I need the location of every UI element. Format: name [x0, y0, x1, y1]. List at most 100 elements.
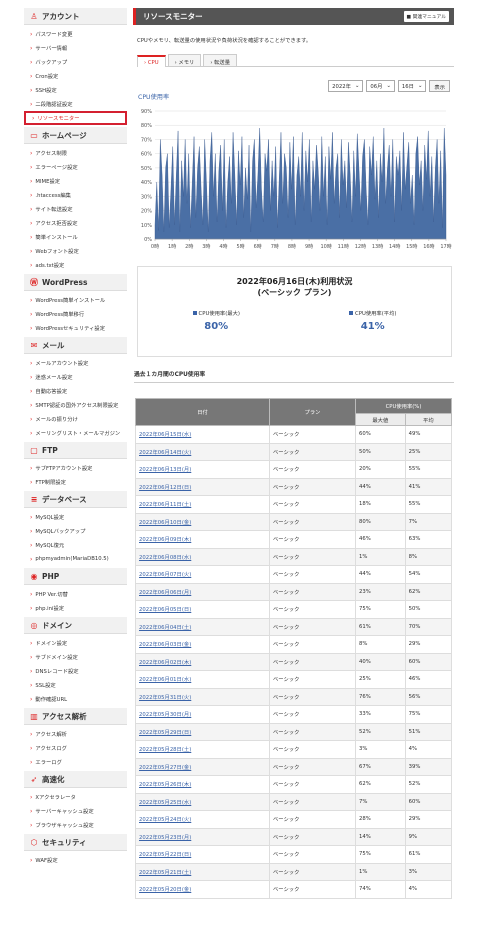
plan-cell: ベーシック [269, 670, 356, 689]
sidebar-item-label: WordPress簡単インストール [35, 298, 106, 304]
date-link[interactable]: 2022年06月06日(月) [135, 582, 270, 601]
sidebar-item[interactable]: › .htaccess編集 [24, 188, 127, 202]
sidebar-item[interactable]: › メールアカウント設定 [24, 356, 127, 370]
date-link[interactable]: 2022年06月04日(土) [135, 617, 270, 636]
sidebar-item[interactable]: › サーバー情報 [24, 41, 127, 55]
date-link[interactable]: 2022年05月29日(日) [135, 722, 270, 741]
sidebar-item[interactable]: › SSL設定 [24, 678, 127, 692]
sidebar-item[interactable]: › アクセス制限 [24, 146, 127, 160]
plan-cell: ベーシック [269, 740, 356, 759]
day-select[interactable]: 16日 ⌄ [397, 80, 427, 92]
chevron-right-icon: › [30, 695, 33, 703]
date-link[interactable]: 2022年06月05日(日) [135, 600, 270, 619]
sidebar-item[interactable]: › リソースモニター [24, 111, 127, 125]
date-link[interactable]: 2022年05月27日(金) [135, 757, 270, 776]
date-link[interactable]: 2022年05月21日(土) [135, 862, 270, 881]
year-select[interactable]: 2022年 ⌄ [328, 80, 364, 92]
date-link[interactable]: 2022年05月28日(土) [135, 740, 270, 759]
date-link[interactable]: 2022年06月03日(金) [135, 635, 270, 654]
tab-memory[interactable]: › メモリ [167, 54, 202, 66]
sidebar-item[interactable]: › ブラウザキャッシュ設定 [24, 818, 127, 832]
sidebar-item[interactable]: › サイト転送設定 [24, 202, 127, 216]
date-link[interactable]: 2022年05月24日(火) [135, 810, 270, 829]
sidebar-item[interactable]: › アクセス拒否設定 [24, 216, 127, 230]
date-link[interactable]: 2022年05月25日(水) [135, 792, 270, 811]
sidebar-item[interactable]: › WordPress簡単移行 [24, 307, 127, 321]
sidebar-item[interactable]: › 簡単インストール [24, 230, 127, 244]
sidebar-item[interactable]: › Cron設定 [24, 69, 127, 83]
date-link[interactable]: 2022年06月11日(土) [135, 495, 270, 514]
sidebar-item[interactable]: › PHP Ver.切替 [24, 587, 127, 601]
date-link[interactable]: 2022年05月26日(木) [135, 775, 270, 794]
sidebar-item[interactable]: › phpmyadmin(MariaDB10.5) [24, 552, 127, 566]
show-button[interactable]: 表示 [429, 80, 450, 92]
sidebar-item[interactable]: › MIME設定 [24, 174, 127, 188]
sidebar-item[interactable]: › パスワード変更 [24, 27, 127, 41]
sidebar-item[interactable]: › 二段階認証設定 [24, 97, 127, 111]
sidebar-item[interactable]: › ads.txt設定 [24, 258, 127, 272]
chevron-right-icon: › [30, 604, 33, 612]
sidebar-item[interactable]: › Xアクセラレータ [24, 790, 127, 804]
sidebar-item[interactable]: › Webフォント設定 [24, 244, 127, 258]
date-link[interactable]: 2022年06月15日(水) [135, 425, 270, 444]
sidebar-item[interactable]: › エラーページ設定 [24, 160, 127, 174]
avg-cell: 56% [404, 687, 453, 706]
sidebar-item[interactable]: › WordPressセキュリティ設定 [24, 321, 127, 335]
sidebar-item[interactable]: › SSH設定 [24, 83, 127, 97]
date-link[interactable]: 2022年06月12日(日) [135, 477, 270, 496]
sidebar-item[interactable]: › 自動応答設定 [24, 384, 127, 398]
sidebar-item[interactable]: › SMTP認証の国外アクセス制限設定 [24, 398, 127, 412]
date-link[interactable]: 2022年06月01日(水) [135, 670, 270, 689]
date-link[interactable]: 2022年06月07日(火) [135, 565, 270, 584]
sidebar-item[interactable]: › サブドメイン設定 [24, 650, 127, 664]
tab-cpu[interactable]: › CPU [137, 55, 166, 67]
date-link[interactable]: 2022年05月31日(火) [135, 687, 270, 706]
date-link[interactable]: 2022年05月20日(金) [135, 880, 270, 899]
chevron-right-icon: › [30, 807, 33, 815]
plan-cell: ベーシック [269, 617, 356, 636]
sidebar-item[interactable]: › メーリングリスト・メールマガジン [24, 426, 127, 440]
sidebar-item[interactable]: › サーバーキャッシュ設定 [24, 804, 127, 818]
sidebar-item[interactable]: › アクセスログ [24, 741, 127, 755]
date-link[interactable]: 2022年05月22日(日) [135, 845, 270, 864]
chevron-right-icon: › [30, 730, 33, 738]
date-link[interactable]: 2022年05月30日(月) [135, 705, 270, 724]
date-link[interactable]: 2022年06月13日(月) [135, 460, 270, 479]
sidebar-item[interactable]: › DNSレコード設定 [24, 664, 127, 678]
date-link[interactable]: 2022年06月09日(木) [135, 530, 270, 549]
sidebar-item[interactable]: › php.ini設定 [24, 601, 127, 615]
sidebar-item[interactable]: › メールの振り分け [24, 412, 127, 426]
date-link[interactable]: 2022年06月08日(水) [135, 547, 270, 566]
plan-cell: ベーシック [269, 845, 356, 864]
sidebar-item-label: アクセスログ [35, 746, 67, 752]
date-link[interactable]: 2022年06月14日(火) [135, 442, 270, 461]
tab-transfer[interactable]: › 転送量 [203, 54, 238, 66]
max-cell: 40% [355, 652, 406, 671]
table-row: 2022年05月25日(水) ベーシック 7% 60% [135, 792, 453, 811]
sidebar-item[interactable]: › アクセス解析 [24, 727, 127, 741]
x-tick-label: 16時 [423, 244, 434, 250]
sidebar-item[interactable]: › WordPress簡単インストール [24, 293, 127, 307]
plan-cell: ベーシック [269, 880, 356, 899]
date-link[interactable]: 2022年06月10日(金) [135, 512, 270, 531]
sidebar-item[interactable]: › MySQL復元 [24, 538, 127, 552]
sidebar-item[interactable]: › エラーログ [24, 755, 127, 769]
sidebar-item[interactable]: › FTP制限設定 [24, 475, 127, 489]
manual-button[interactable]: ■ 関連マニュアル [403, 11, 449, 22]
sidebar-item[interactable]: › 動作確認URL [24, 692, 127, 706]
table-row: 2022年05月30日(月) ベーシック 33% 75% [135, 705, 453, 724]
sidebar-item[interactable]: › バックアップ [24, 55, 127, 69]
date-link[interactable]: 2022年05月23日(月) [135, 827, 270, 846]
sidebar-item[interactable]: › サブFTPアカウント設定 [24, 461, 127, 475]
sidebar-item[interactable]: › MySQL設定 [24, 510, 127, 524]
month-select[interactable]: 06月 ⌄ [366, 80, 395, 92]
max-cell: 8% [355, 635, 406, 654]
sidebar-item[interactable]: › 迷惑メール設定 [24, 370, 127, 384]
sidebar-item[interactable]: › ドメイン設定 [24, 636, 127, 650]
sidebar-item[interactable]: › MySQLバックアップ [24, 524, 127, 538]
sidebar-item[interactable]: › WAF設定 [24, 853, 127, 867]
table-row: 2022年06月09日(木) ベーシック 46% 63% [135, 530, 453, 549]
y-tick-label: 50% [141, 166, 152, 172]
sidebar-section: ▥ アクセス解析 › アクセス解析 › アクセスログ › エラーログ [24, 708, 127, 769]
date-link[interactable]: 2022年06月02日(木) [135, 652, 270, 671]
